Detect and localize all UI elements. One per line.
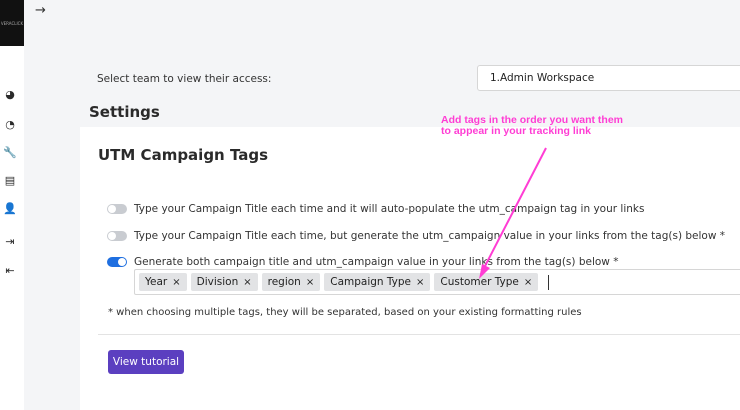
tag-label: Year [145,276,168,288]
divider [98,334,740,335]
sidebar-toggle-arrow-icon[interactable]: → [35,3,46,18]
utm-option-generate-both[interactable]: Generate both campaign title and utm_cam… [107,256,618,268]
logo-text: VERACLICK [0,20,24,26]
tag-label: Division [196,276,239,288]
tag-chip[interactable]: Division × [190,273,258,291]
tag-chip[interactable]: Campaign Type × [324,273,431,291]
sign-out-icon[interactable]: ⇤ [3,263,17,277]
remove-tag-icon[interactable]: × [306,277,314,288]
sidebar: VERACLICK ◕ ◔ 🔧 ▤ 👤 ⇥ ⇤ [0,0,24,410]
annotation-line: to appear in your tracking link [441,125,591,137]
app-logo[interactable]: VERACLICK [0,0,24,46]
section-title: UTM Campaign Tags [98,146,269,164]
remove-tag-icon[interactable]: × [243,277,251,288]
option-label: Type your Campaign Title each time, but … [134,230,726,242]
sign-in-icon[interactable]: ⇥ [3,234,17,248]
toggle-switch[interactable] [107,257,127,267]
utm-option-generate-utm[interactable]: Type your Campaign Title each time, but … [107,230,725,242]
toggle-switch[interactable] [107,204,127,214]
option-label: Type your Campaign Title each time and i… [134,203,645,215]
book-icon[interactable]: ▤ [3,173,17,187]
user-icon[interactable]: 👤 [3,201,17,215]
team-select-label: Select team to view their access: [97,73,272,85]
tag-separation-note: * when choosing multiple tags, they will… [108,307,582,318]
page-title: Settings [89,103,160,121]
tag-label: Customer Type [440,276,519,288]
remove-tag-icon[interactable]: × [416,277,424,288]
tag-label: region [267,276,301,288]
text-caret [548,274,550,290]
toggle-switch[interactable] [107,231,127,241]
tag-label: Campaign Type [330,276,412,288]
dashboard-icon[interactable]: ◕ [3,87,17,101]
tag-chip[interactable]: region × [261,273,321,291]
tag-chip[interactable]: Year × [139,273,187,291]
remove-tag-icon[interactable]: × [524,277,532,288]
tag-input[interactable]: Year × Division × region × Campaign Type × C… [134,269,740,295]
wrench-icon[interactable]: 🔧 [3,145,17,159]
annotation-callout: Add tags in the order you want them to a… [441,115,623,137]
team-select[interactable]: 1.Admin Workspace [477,65,740,91]
option-label: Generate both campaign title and utm_cam… [134,256,619,268]
tag-chip[interactable]: Customer Type × [434,273,539,291]
pie-chart-icon[interactable]: ◔ [3,117,17,131]
remove-tag-icon[interactable]: × [172,277,180,288]
view-tutorial-button[interactable]: View tutorial [108,350,184,374]
utm-option-auto-populate[interactable]: Type your Campaign Title each time and i… [107,203,644,215]
